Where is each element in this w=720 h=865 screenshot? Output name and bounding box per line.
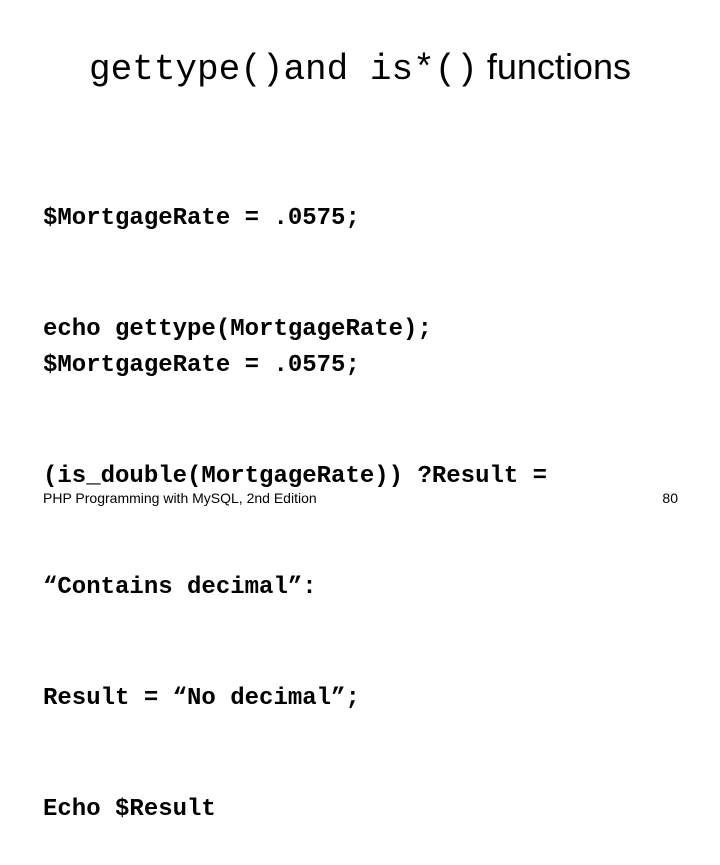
code-line: Result = “No decimal”; [43, 685, 360, 712]
code-line: $MortgageRate = .0575; [43, 352, 360, 379]
code-line: $MortgageRate = .0575; [43, 205, 360, 232]
footer-page-number: 80 [662, 490, 678, 506]
code-line: Echo $Result [43, 796, 216, 823]
slide-title-code: gettype()and is*() [89, 49, 478, 90]
code-line: “Contains decimal”: [43, 574, 317, 601]
code-block-is-double-example: $MortgageRate = .0575; (is_double(Mortga… [43, 273, 547, 865]
footer-book-title: PHP Programming with MySQL, 2nd Edition [43, 490, 317, 506]
slide-title-text: functions [486, 46, 631, 87]
slide-title: gettype()and is*() functions [0, 42, 720, 95]
